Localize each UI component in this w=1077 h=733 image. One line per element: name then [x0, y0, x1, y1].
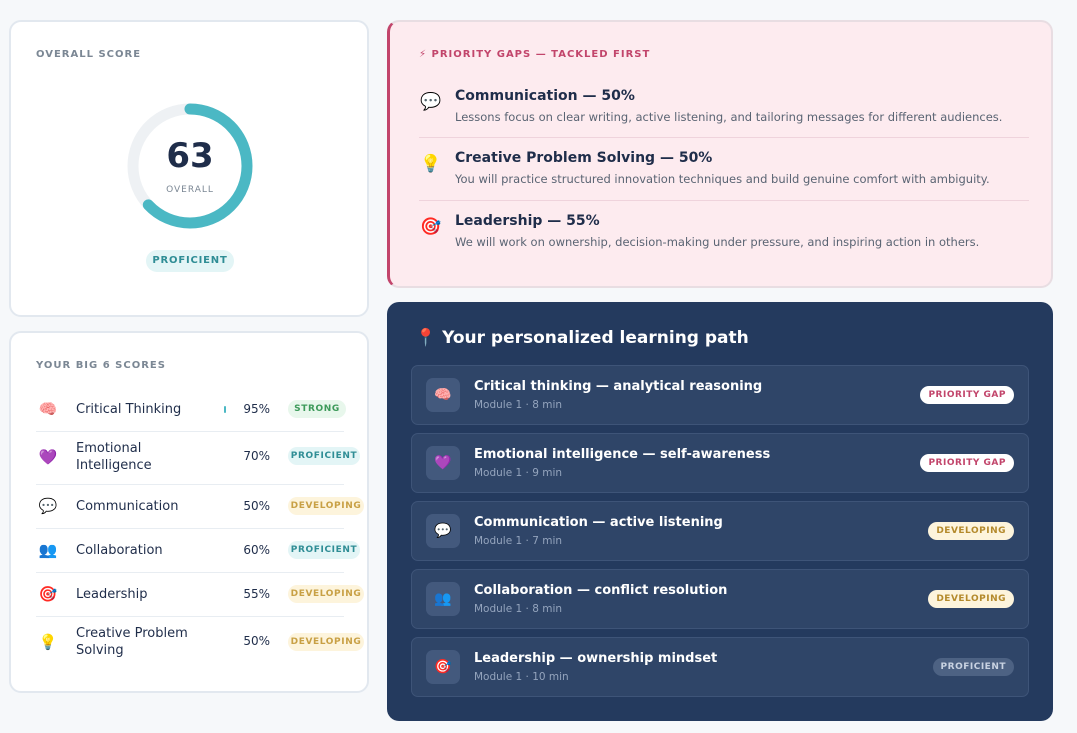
module-meta: Module 1 · 7 min [474, 535, 563, 547]
skill-level-badge: PROFICIENT [288, 541, 360, 559]
pin-icon: 📍 [415, 328, 437, 348]
learning-path-title-text: Your personalized learning path [442, 328, 749, 348]
learning-path-card: 📍 Your personalized learning path 🧠 Crit… [387, 302, 1053, 721]
score-row-communication: 💬 Communication 50% DEVELOPING [36, 485, 364, 529]
score-row-creative-problem-solving: 💡 Creative Problem Solving 50% DEVELOPIN… [36, 617, 364, 671]
lightbulb-icon: 💡 [420, 154, 442, 174]
overall-score-label: OVERALL [166, 185, 214, 195]
skill-level-badge: DEVELOPING [288, 497, 364, 515]
skill-name: Creative Problem Solving [76, 626, 188, 658]
speech-bubble-icon: 💬 [38, 497, 58, 515]
priority-item-description: We will work on ownership, decision-maki… [455, 235, 980, 249]
lightbulb-icon: 💡 [38, 633, 58, 651]
skill-percent: 50% [243, 499, 270, 513]
priority-item-title: Communication — 50% [455, 88, 635, 104]
learning-path-title: 📍 Your personalized learning path [415, 328, 749, 348]
overall-level-badge: PROFICIENT [146, 250, 234, 272]
brain-icon: 🧠 [38, 400, 58, 418]
module-status-badge: DEVELOPING [928, 522, 1014, 540]
score-tick [224, 406, 226, 413]
skill-percent: 70% [243, 449, 270, 463]
score-row-collaboration: 👥 Collaboration 60% PROFICIENT [36, 529, 360, 573]
module-status-badge: PRIORITY GAP [920, 386, 1014, 404]
score-row-emotional-intelligence: 💜 Emotional Intelligence 70% PROFICIENT [36, 432, 360, 485]
module-communication[interactable]: 💬 Communication — active listening Modul… [411, 501, 1029, 561]
overall-score-card: OVERALL SCORE 63 OVERALL PROFICIENT [9, 20, 369, 317]
skill-percent: 95% [243, 402, 270, 416]
priority-gaps-card: ⚡ PRIORITY GAPS — TACKLED FIRST 💬 Commun… [387, 20, 1053, 288]
module-status-badge: PROFICIENT [932, 658, 1014, 676]
people-icon: 👥 [38, 541, 58, 559]
brain-icon: 🧠 [426, 378, 460, 412]
speech-bubble-icon: 💬 [420, 92, 442, 112]
priority-caption-text: PRIORITY GAPS — TACKLED FIRST [431, 49, 651, 60]
module-status-badge: PRIORITY GAP [920, 454, 1014, 472]
divider [419, 137, 1029, 138]
target-icon: 🎯 [38, 585, 58, 603]
priority-item-description: You will practice structured innovation … [455, 172, 990, 186]
module-leadership[interactable]: 🎯 Leadership — ownership mindset Module … [411, 637, 1029, 697]
module-title: Communication — active listening [474, 515, 723, 530]
priority-caption: ⚡ PRIORITY GAPS — TACKLED FIRST [419, 49, 650, 60]
speech-bubble-icon: 💬 [426, 514, 460, 548]
priority-item-leadership: 🎯 Leadership — 55% We will work on owner… [419, 213, 1029, 253]
module-critical-thinking[interactable]: 🧠 Critical thinking — analytical reasoni… [411, 365, 1029, 425]
big6-scores-card: YOUR BIG 6 SCORES 🧠 Critical Thinking 95… [9, 331, 369, 693]
module-title: Collaboration — conflict resolution [474, 583, 728, 598]
skill-name: Emotional Intelligence [76, 441, 152, 473]
overall-score-value: 63 [166, 136, 214, 176]
module-status-badge: DEVELOPING [928, 590, 1014, 608]
module-title: Leadership — ownership mindset [474, 651, 718, 666]
lightning-icon: ⚡ [419, 49, 428, 60]
skill-level-badge: DEVELOPING [288, 585, 364, 603]
skill-percent: 60% [243, 543, 270, 557]
module-emotional-intelligence[interactable]: 💜 Emotional intelligence — self-awarenes… [411, 433, 1029, 493]
skill-level-badge: DEVELOPING [288, 633, 364, 651]
big6-caption: YOUR BIG 6 SCORES [36, 360, 166, 371]
purple-heart-icon: 💜 [38, 448, 58, 466]
module-meta: Module 1 · 10 min [474, 671, 569, 683]
skill-name: Collaboration [76, 543, 163, 558]
priority-item-title: Creative Problem Solving — 50% [455, 150, 713, 166]
skill-level-badge: PROFICIENT [288, 447, 360, 465]
module-collaboration[interactable]: 👥 Collaboration — conflict resolution Mo… [411, 569, 1029, 629]
people-icon: 👥 [426, 582, 460, 616]
skill-percent: 55% [243, 587, 270, 601]
skill-percent: 50% [243, 634, 270, 648]
module-meta: Module 1 · 8 min [474, 603, 563, 615]
priority-item-communication: 💬 Communication — 50% Lessons focus on c… [419, 88, 1029, 128]
score-row-leadership: 🎯 Leadership 55% DEVELOPING [36, 573, 364, 617]
divider [419, 200, 1029, 201]
priority-item-creative-problem-solving: 💡 Creative Problem Solving — 50% You wil… [419, 150, 1029, 190]
module-meta: Module 1 · 9 min [474, 467, 563, 479]
purple-heart-icon: 💜 [426, 446, 460, 480]
module-title: Emotional intelligence — self-awareness [474, 447, 771, 462]
skill-name: Critical Thinking [76, 402, 182, 417]
priority-item-title: Leadership — 55% [455, 213, 600, 229]
skill-level-badge: STRONG [288, 400, 346, 418]
overall-score-caption: OVERALL SCORE [36, 49, 142, 60]
skill-name: Communication [76, 499, 179, 514]
skill-name: Leadership [76, 587, 148, 602]
module-meta: Module 1 · 8 min [474, 399, 563, 411]
priority-item-description: Lessons focus on clear writing, active l… [455, 110, 1003, 124]
score-row-critical-thinking: 🧠 Critical Thinking 95% STRONG [36, 388, 346, 432]
module-title: Critical thinking — analytical reasoning [474, 379, 763, 394]
target-icon: 🎯 [420, 217, 442, 237]
target-icon: 🎯 [426, 650, 460, 684]
